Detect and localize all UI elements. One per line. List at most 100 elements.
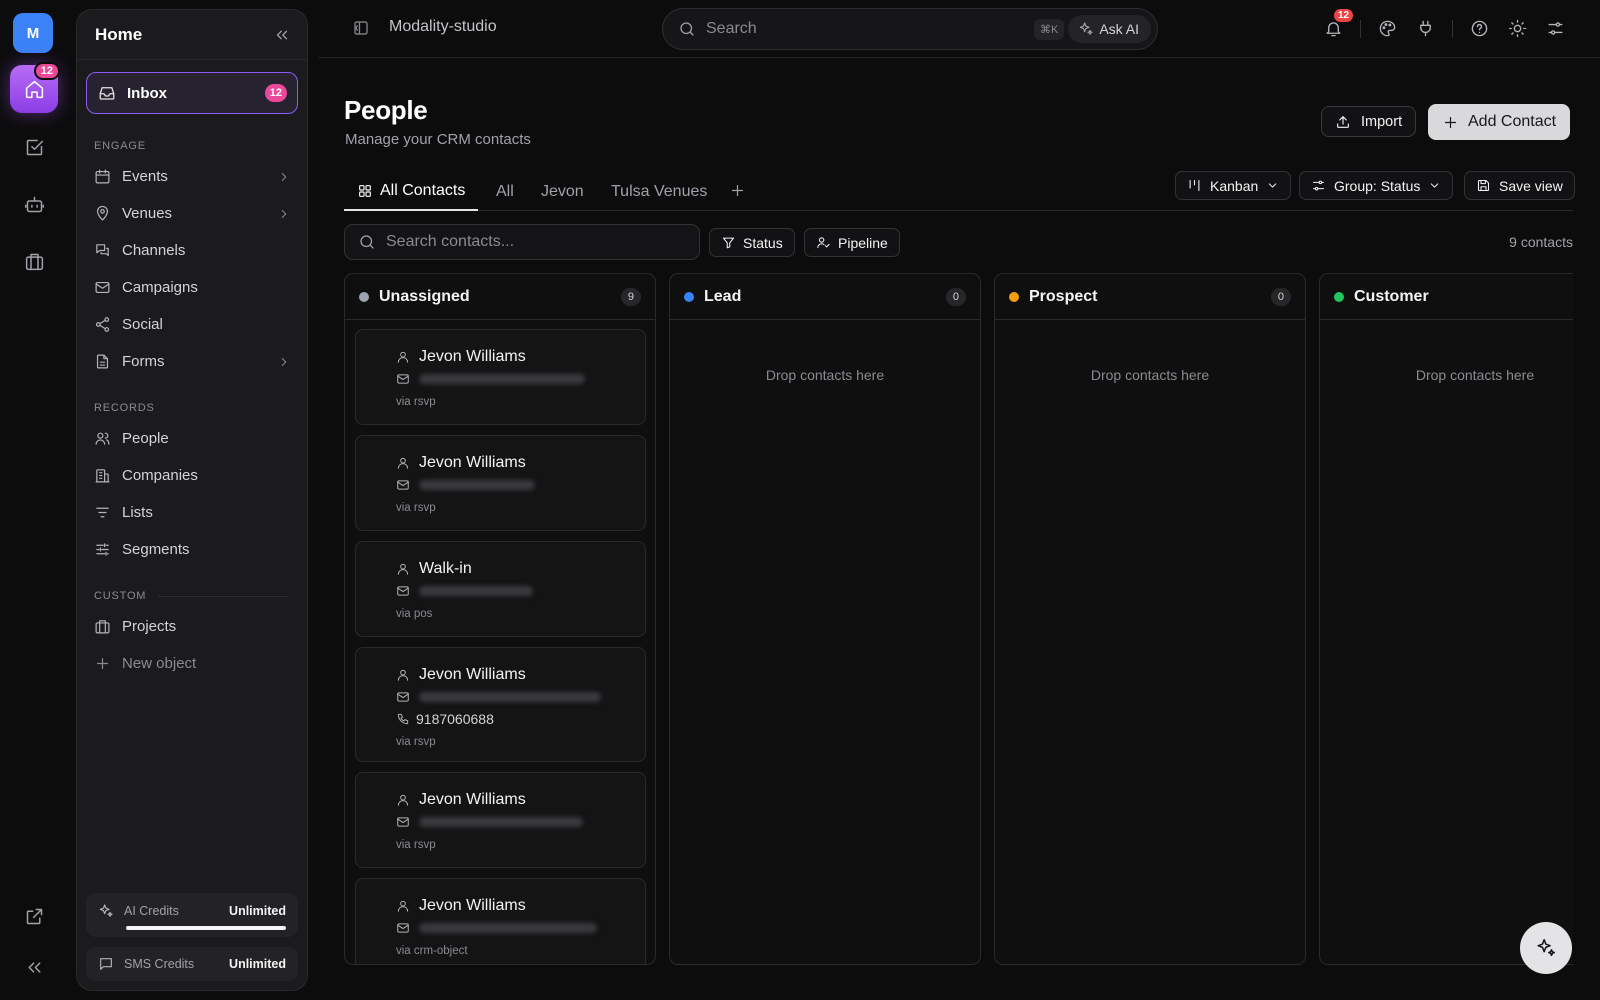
column-title: Lead [704,287,742,305]
workspace-avatar[interactable]: M [13,13,53,53]
group-icon [1312,180,1325,191]
contact-card[interactable]: Jevon Williams via crm-object [355,878,646,964]
briefcase-icon [25,253,43,270]
rail-bot-button[interactable] [10,180,58,228]
mail-icon [397,586,409,596]
message-square-icon [100,958,112,970]
grid-icon [359,184,371,197]
sidebar-item-people[interactable]: People [77,420,307,457]
contact-card[interactable]: Jevon Williams 9187060688 via rsvp [355,647,646,762]
sidebar-item-venues[interactable]: Venues [77,195,307,232]
pipeline-filter-button[interactable]: Pipeline [804,228,900,257]
section-divider [158,595,289,597]
sidebar-item-channels[interactable]: Channels [77,232,307,269]
settings-button[interactable] [1546,19,1565,38]
mail-icon [397,374,409,384]
tab-label: All [496,182,514,200]
global-search[interactable]: Search ⌘K Ask AI [662,8,1158,50]
tab-jevon[interactable]: Jevon [541,172,584,211]
rail-external-link-button[interactable] [10,892,58,940]
calendar-icon [95,169,110,184]
add-view-button[interactable] [729,182,746,199]
contact-card[interactable]: Walk-in via pos [355,541,646,637]
save-view-button[interactable]: Save view [1464,171,1575,200]
column-title: Prospect [1029,287,1098,305]
status-dot [1334,291,1344,302]
help-button[interactable] [1470,19,1489,38]
chevron-down-icon [1269,183,1277,188]
app-rail: M 12 [0,0,68,1000]
tab-all[interactable]: All [496,172,514,211]
upload-icon [1337,115,1349,128]
contact-card[interactable]: Jevon Williams via rsvp [355,772,646,868]
sidebar-item-projects[interactable]: Projects [77,608,307,645]
redacted-email [419,586,533,596]
kanban-board: Unassigned 9 Jevon Williams via rsvp Jev… [344,273,1573,965]
tab-tulsa-venues[interactable]: Tulsa Venues [611,172,707,211]
plug-icon [1420,20,1431,37]
contact-count: 9 contacts [1509,234,1573,250]
ai-credits-card: AI Credits Unlimited [86,893,298,937]
contact-source: via crm-object [396,945,468,957]
tab-label: All Contacts [380,181,466,199]
contact-card[interactable]: Jevon Williams via rsvp [355,435,646,531]
import-button[interactable]: Import [1321,106,1417,137]
topbar-divider [1360,20,1361,38]
view-type-select[interactable]: Kanban [1175,171,1292,200]
kanban-column-lead: Lead 0 Drop contacts here [669,273,981,965]
column-header: Prospect 0 [995,274,1305,320]
ai-credits-meter-fill [126,926,286,930]
sidebar-item-segments[interactable]: Segments [77,531,307,568]
kanban-column-prospect: Prospect 0 Drop contacts here [994,273,1306,965]
add-contact-button[interactable]: Add Contact [1428,104,1571,140]
section-label-custom: CUSTOM [94,590,307,602]
rail-tasks-button[interactable] [10,123,58,171]
redacted-email [419,923,597,933]
sidebar-item-lists[interactable]: Lists [77,494,307,531]
sidebar-item-campaigns[interactable]: Campaigns [77,269,307,306]
column-empty-state: Drop contacts here [1090,367,1210,383]
user-icon [397,900,409,912]
sparkles-icon [1080,22,1093,35]
theme-palette-button[interactable] [1378,19,1397,38]
help-circle-icon [1471,20,1488,37]
ask-ai-button[interactable]: Ask AI [1068,15,1151,43]
new-object-button[interactable]: New object [77,645,307,682]
column-title: Customer [1354,287,1429,305]
redacted-email [419,817,583,827]
contact-source: via rsvp [396,839,436,851]
rail-collapse-button[interactable] [10,943,58,991]
sidebar-item-companies[interactable]: Companies [77,457,307,494]
sidebar-item-social[interactable]: Social [77,306,307,343]
tab-all-contacts[interactable]: All Contacts [344,172,479,211]
contact-name: Jevon Williams [419,454,526,471]
rail-home-badge: 12 [33,62,60,80]
inbox-label: Inbox [127,84,167,102]
chevron-right-icon [281,209,287,218]
group-by-select[interactable]: Group: Status [1299,171,1454,200]
contact-name: Jevon Williams [419,666,526,683]
theme-toggle-button[interactable] [1508,19,1527,38]
notifications-button[interactable]: 12 [1324,9,1354,38]
view-type-label: Kanban [1210,177,1259,194]
contact-card[interactable]: Jevon Williams via rsvp [355,329,646,425]
plus-icon [731,184,744,197]
status-dot [1009,291,1019,302]
column-header: Customer [1320,274,1573,320]
contact-search-input[interactable]: Search contacts... [344,224,700,260]
sidebar-item-forms[interactable]: Forms [77,343,307,380]
sidebar-collapse-button[interactable] [273,26,291,44]
ai-assistant-button[interactable] [1520,922,1572,974]
new-object-label: New object [122,655,197,672]
integrations-button[interactable] [1416,19,1435,38]
user-icon [397,457,409,469]
user-icon [397,351,409,363]
sparkles-icon [99,904,113,917]
rail-home-button[interactable]: 12 [10,62,60,113]
sidebar-item-events[interactable]: Events [77,158,307,195]
custom-list: Projects New object [77,608,307,682]
status-filter-button[interactable]: Status [709,228,795,257]
sidebar-item-inbox[interactable]: Inbox 12 [86,72,298,114]
toggle-panel-button[interactable] [352,19,370,37]
rail-projects-button[interactable] [10,237,58,285]
